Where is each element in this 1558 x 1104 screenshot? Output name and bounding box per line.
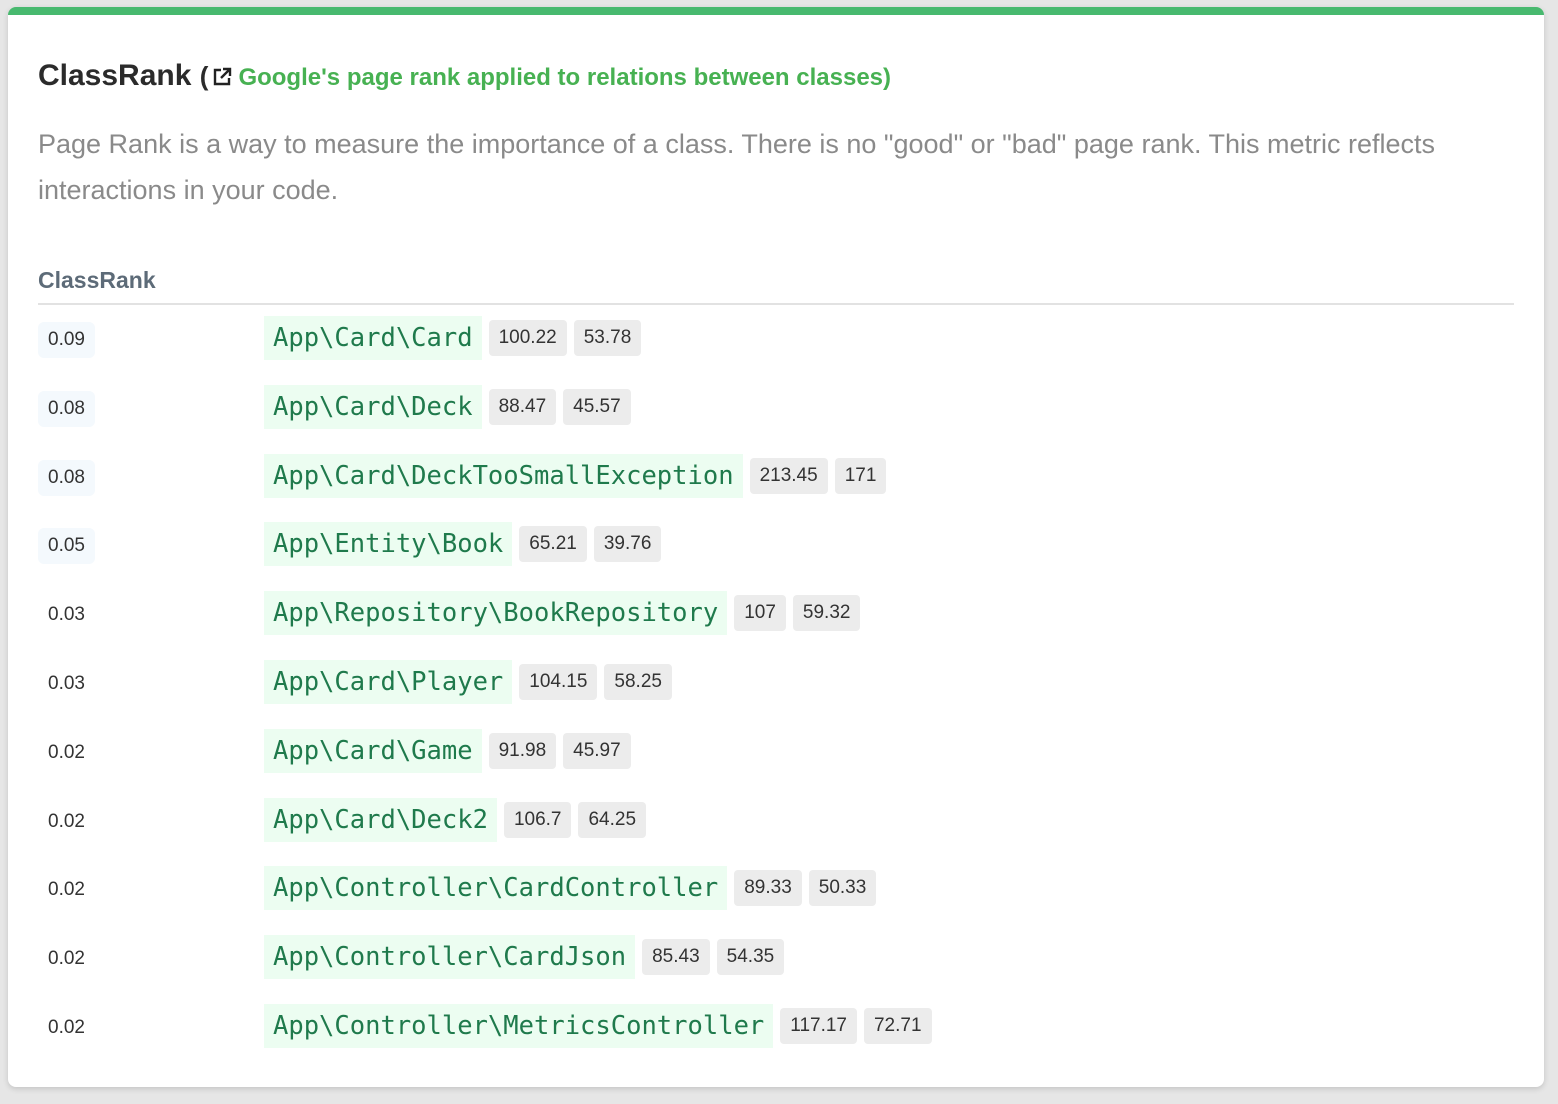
pagerank-link[interactable]: Google's page rank applied to relations … <box>238 64 891 91</box>
table-row: 0.02 App\Card\Deck2 106.7 64.25 <box>38 795 1514 864</box>
metric-badge: 45.97 <box>563 732 631 769</box>
class-name: App\Entity\Book <box>264 522 513 567</box>
class-entry: App\Entity\Book 65.21 39.76 <box>264 522 662 567</box>
class-name: App\Controller\CardJson <box>264 935 636 980</box>
table-row: 0.02 App\Card\Game 91.98 45.97 <box>38 726 1514 795</box>
metric-badge: 171 <box>834 457 887 494</box>
class-entry: App\Card\Player 104.15 58.25 <box>264 659 672 704</box>
metric-badge: 45.57 <box>563 388 631 425</box>
rank-value: 0.02 <box>48 1016 85 1038</box>
metric-badge: 53.78 <box>573 320 642 356</box>
external-link-icon <box>212 61 232 95</box>
metric-badge: 91.98 <box>488 732 557 769</box>
class-entry: App\Controller\MetricsController 117.17 … <box>264 1003 932 1048</box>
class-entry: App\Card\Deck 88.47 45.57 <box>264 384 631 429</box>
paren: ( <box>199 61 209 91</box>
description: Page Rank is a way to measure the import… <box>38 129 1436 205</box>
class-name: App\Card\Deck2 <box>264 797 497 842</box>
rank-value: 0.02 <box>48 810 85 832</box>
class-entry: App\Controller\CardJson 85.43 54.35 <box>264 935 785 980</box>
table-row: 0.09 App\Card\Card 100.22 53.78 <box>38 313 1514 382</box>
metric-badge: 89.33 <box>734 870 802 907</box>
title-text: ClassRank <box>38 59 192 92</box>
divider <box>38 303 1514 305</box>
class-name: App\Card\Game <box>264 728 482 773</box>
metric-badge: 50.33 <box>808 870 877 907</box>
table-row: 0.03 App\Repository\BookRepository 107 5… <box>38 588 1514 657</box>
metric-badge: 106.7 <box>503 801 572 838</box>
metric-badge: 39.76 <box>593 526 662 563</box>
classrank-table: 0.09 App\Card\Card 100.22 53.78 0.08 App… <box>38 313 1514 1070</box>
class-name: App\Card\Deck <box>264 384 482 429</box>
rank-value: 0.08 <box>38 390 95 427</box>
metric-badge: 213.45 <box>749 457 828 494</box>
metric-badge: 117.17 <box>780 1007 857 1044</box>
metric-badge: 72.71 <box>863 1007 932 1044</box>
table-row: 0.05 App\Entity\Book 65.21 39.76 <box>38 519 1514 588</box>
table-row: 0.03 App\Card\Player 104.15 58.25 <box>38 657 1514 726</box>
class-name: App\Card\Player <box>264 659 513 704</box>
class-entry: App\Controller\CardController 89.33 50.3… <box>264 866 877 911</box>
class-name: App\Card\DeckTooSmallException <box>264 453 743 498</box>
rank-value: 0.02 <box>48 741 85 763</box>
table-row: 0.08 App\Card\DeckTooSmallException 213.… <box>38 451 1514 520</box>
class-entry: App\Card\Deck2 106.7 64.25 <box>264 797 647 842</box>
metric-badge: 100.22 <box>488 320 567 356</box>
class-name: App\Controller\CardController <box>264 866 728 911</box>
class-name: App\Card\Card <box>264 316 482 360</box>
class-name: App\Repository\BookRepository <box>264 591 728 636</box>
table-row: 0.02 App\Controller\CardController 89.33… <box>38 863 1514 932</box>
metric-badge: 88.47 <box>488 388 557 425</box>
class-entry: App\Card\Game 91.98 45.97 <box>264 728 631 773</box>
rank-value: 0.09 <box>38 322 95 358</box>
column-header-classrank: ClassRank <box>38 267 156 293</box>
metric-badge: 59.32 <box>792 595 861 632</box>
rank-value: 0.02 <box>48 879 85 901</box>
rank-value: 0.05 <box>38 528 95 565</box>
class-entry: App\Card\Card 100.22 53.78 <box>264 316 642 360</box>
metric-badge: 65.21 <box>519 526 587 563</box>
class-name: App\Controller\MetricsController <box>264 1003 774 1048</box>
rank-value: 0.08 <box>38 459 95 496</box>
class-entry: App\Card\DeckTooSmallException 213.45 17… <box>264 453 887 498</box>
card-title: ClassRank ( Google's page rank applied to… <box>38 59 891 95</box>
metric-badge: 54.35 <box>716 939 785 976</box>
metric-badge: 58.25 <box>604 663 672 700</box>
table-row: 0.02 App\Controller\MetricsController 11… <box>38 1001 1514 1070</box>
table-row: 0.02 App\Controller\CardJson 85.43 54.35 <box>38 932 1514 1001</box>
metric-badge: 107 <box>734 595 786 632</box>
rank-value: 0.03 <box>48 604 85 626</box>
rank-value: 0.02 <box>48 948 85 970</box>
table-row: 0.08 App\Card\Deck 88.47 45.57 <box>38 382 1514 451</box>
metric-badge: 85.43 <box>642 939 710 976</box>
classrank-card: ClassRank ( Google's page rank applied to… <box>8 7 1544 1087</box>
metric-badge: 64.25 <box>578 801 647 838</box>
rank-value: 0.03 <box>48 672 85 694</box>
metric-badge: 104.15 <box>519 663 598 700</box>
class-entry: App\Repository\BookRepository 107 59.32 <box>264 591 861 636</box>
